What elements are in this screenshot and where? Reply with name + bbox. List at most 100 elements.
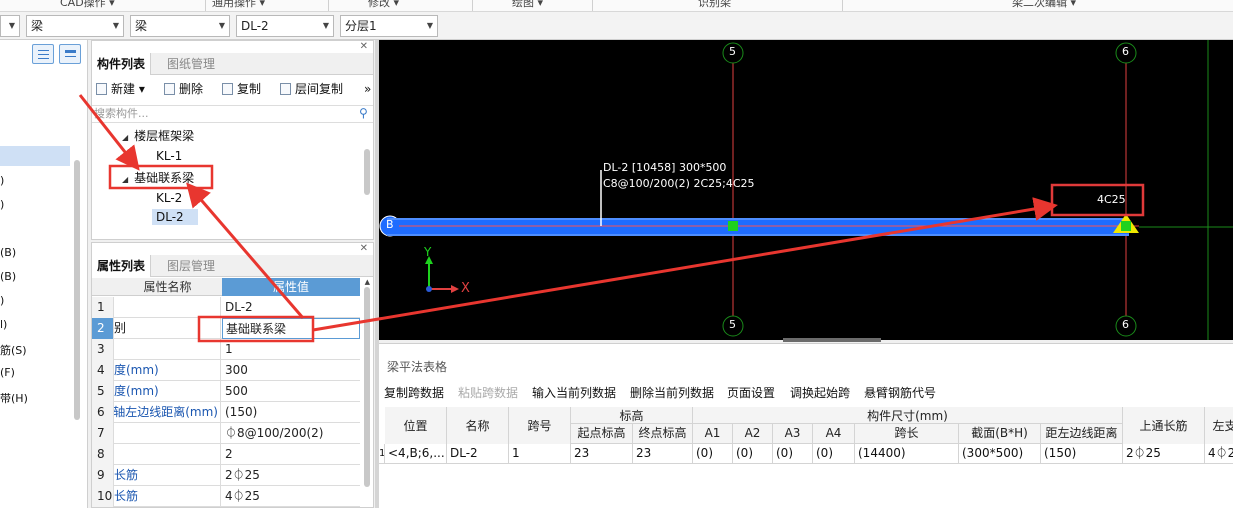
tab-drawing-management[interactable]: 图纸管理 xyxy=(162,53,220,75)
cell-a2[interactable]: (0) xyxy=(733,444,773,464)
cell-start-elevation[interactable]: 23 xyxy=(571,444,633,464)
property-row[interactable]: 4 度(mm) 300 xyxy=(92,360,360,381)
nav-item[interactable]: ) xyxy=(0,294,4,307)
nav-item[interactable]: ) xyxy=(0,174,4,187)
scroll-up-icon[interactable]: ▲ xyxy=(365,278,370,286)
nav-item[interactable]: 带(H) xyxy=(0,390,28,406)
ribbon-group-draw[interactable]: 绘图 ▾ xyxy=(512,0,543,10)
property-value[interactable]: DL-2 xyxy=(222,297,360,318)
tree-item-kl1[interactable]: KL-1 xyxy=(156,149,182,163)
collapse-triangle-icon[interactable]: ◢ xyxy=(122,175,128,184)
property-value[interactable]: 基础联系梁 xyxy=(222,318,360,339)
input-column-data-button[interactable]: 输入当前列数据 xyxy=(532,384,616,401)
cell-position[interactable]: <4,B;6,... xyxy=(385,444,447,464)
property-row[interactable]: 6 轴左边线距离(mm) (150) xyxy=(92,402,360,423)
beam-grip-point[interactable] xyxy=(728,221,738,231)
property-value[interactable]: 300 xyxy=(222,360,360,381)
ribbon-group-general[interactable]: 通用操作 ▾ xyxy=(212,0,265,10)
tree-group-foundation-tie-beam[interactable]: ◢ 基础联系梁 xyxy=(122,169,194,186)
property-row[interactable]: 5 度(mm) 500 xyxy=(92,381,360,402)
page-setup-button[interactable]: 页面设置 xyxy=(727,384,775,401)
cell-left-support[interactable]: 4⏀25 xyxy=(1205,444,1233,464)
copy-span-data-button[interactable]: 复制跨数据 xyxy=(384,384,444,401)
collapse-triangle-icon[interactable]: ◢ xyxy=(122,133,128,142)
scrollbar[interactable] xyxy=(364,287,370,487)
cell-offset[interactable]: (150) xyxy=(1041,444,1123,464)
property-value[interactable]: 500 xyxy=(222,381,360,402)
close-icon[interactable]: ✕ xyxy=(360,243,368,254)
header-a1: A1 xyxy=(693,424,733,444)
property-row[interactable]: 7 ⏀8@100/200(2) xyxy=(92,423,360,444)
tree-item-dl2[interactable]: DL-2 xyxy=(152,209,198,225)
property-name: 度(mm) xyxy=(114,360,221,381)
search-icon[interactable]: ⚲ xyxy=(359,106,368,120)
property-row[interactable]: 2 别基础联系梁 xyxy=(92,318,360,339)
property-value[interactable]: (150) xyxy=(222,402,360,423)
cell-section[interactable]: (300*500) xyxy=(959,444,1041,464)
ribbon-group-beam-edit[interactable]: 梁二次编辑 ▾ xyxy=(1012,0,1076,10)
property-row[interactable]: 9 长筋 2⏀25 xyxy=(92,465,360,486)
component-type-select[interactable]: 梁 ▼ xyxy=(130,15,230,37)
cell-span-length[interactable]: (14400) xyxy=(855,444,959,464)
nav-item[interactable]: (B) xyxy=(0,270,16,283)
property-value[interactable]: 1 xyxy=(222,339,360,360)
tab-component-list[interactable]: 构件列表 xyxy=(92,53,152,75)
more-actions-button[interactable]: » xyxy=(364,79,371,99)
drawing-canvas[interactable]: 5 6 5 6 B DL-2 [10458] 300*500 C8@100/20… xyxy=(379,40,1233,340)
nav-selected-row[interactable] xyxy=(0,146,70,166)
property-row[interactable]: 10 长筋 4⏀25 xyxy=(92,486,360,507)
layer-select[interactable]: 分层1 ▼ xyxy=(340,15,438,37)
cell-a1[interactable]: (0) xyxy=(693,444,733,464)
cell-top-through-bar[interactable]: 2⏀25 xyxy=(1123,444,1205,464)
property-value[interactable]: 4⏀25 xyxy=(222,486,360,507)
floor-select[interactable]: ▼ xyxy=(0,15,20,37)
beam-annotation-line1[interactable]: DL-2 [10458] 300*500 xyxy=(603,161,726,174)
property-value[interactable]: 2 xyxy=(222,444,360,465)
copy-component-button[interactable]: 复制 xyxy=(222,79,261,99)
cell-a4[interactable]: (0) xyxy=(813,444,855,464)
cell-end-elevation[interactable]: 23 xyxy=(633,444,693,464)
paste-span-data-button[interactable]: 粘贴跨数据 xyxy=(458,384,518,401)
nav-item[interactable]: ) xyxy=(0,198,4,211)
scrollbar[interactable] xyxy=(74,160,80,420)
nav-item[interactable]: 筋(S) xyxy=(0,342,27,358)
property-row[interactable]: 31 xyxy=(92,339,360,360)
chevron-down-icon: ▼ xyxy=(8,21,15,30)
category-select[interactable]: 梁 ▼ xyxy=(26,15,124,37)
property-value[interactable]: ⏀8@100/200(2) xyxy=(222,423,360,444)
component-name-select[interactable]: DL-2 ▼ xyxy=(236,15,334,37)
cell-span-no[interactable]: 1 xyxy=(509,444,571,464)
component-search-input[interactable]: 搜索构件... xyxy=(92,105,373,123)
close-icon[interactable]: ✕ xyxy=(360,41,368,52)
nav-item[interactable]: l) xyxy=(0,318,7,331)
scrollbar[interactable] xyxy=(364,149,370,195)
tree-item-kl2[interactable]: KL-2 xyxy=(156,191,182,205)
ribbon-group-recognize-beam[interactable]: 识别梁 xyxy=(698,0,731,10)
property-value[interactable]: 2⏀25 xyxy=(222,465,360,486)
beam-annotation-line2[interactable]: C8@100/200(2) 2C25;4C25 xyxy=(603,177,755,190)
cell-a3[interactable]: (0) xyxy=(773,444,813,464)
swap-start-span-button[interactable]: 调换起始跨 xyxy=(790,384,850,401)
cell-name[interactable]: DL-2 xyxy=(447,444,509,464)
tab-property-list[interactable]: 属性列表 xyxy=(92,255,152,277)
list-view-icon[interactable] xyxy=(32,44,54,64)
copy-between-floors-button[interactable]: 层间复制 xyxy=(280,79,343,99)
tab-layer-management[interactable]: 图层管理 xyxy=(162,255,220,277)
ribbon-group-modify[interactable]: 修改 ▾ xyxy=(368,0,399,10)
property-row[interactable]: 82 xyxy=(92,444,360,465)
ribbon-group-cad[interactable]: CAD操作 ▾ xyxy=(60,0,115,10)
support-annotation[interactable]: 4C25 xyxy=(1097,193,1126,206)
tree-group-floor-frame-beam[interactable]: ◢ 楼层框架梁 xyxy=(122,127,194,144)
nav-item[interactable]: (B) xyxy=(0,246,16,259)
beam-grip-point[interactable] xyxy=(1121,221,1131,231)
cantilever-rebar-code-button[interactable]: 悬臂钢筋代号 xyxy=(864,384,936,401)
new-component-button[interactable]: 新建 ▾ xyxy=(96,79,145,99)
delete-component-button[interactable]: 删除 xyxy=(164,79,203,99)
property-row[interactable]: 1 DL-2 xyxy=(92,297,360,318)
delete-column-data-button[interactable]: 删除当前列数据 xyxy=(630,384,714,401)
splitter-grip[interactable] xyxy=(783,338,881,342)
nav-item[interactable]: (F) xyxy=(0,366,15,379)
header-span-no: 跨号 xyxy=(509,407,571,446)
panel-view-icon[interactable] xyxy=(59,44,81,64)
beam-dl2[interactable] xyxy=(387,218,1129,236)
